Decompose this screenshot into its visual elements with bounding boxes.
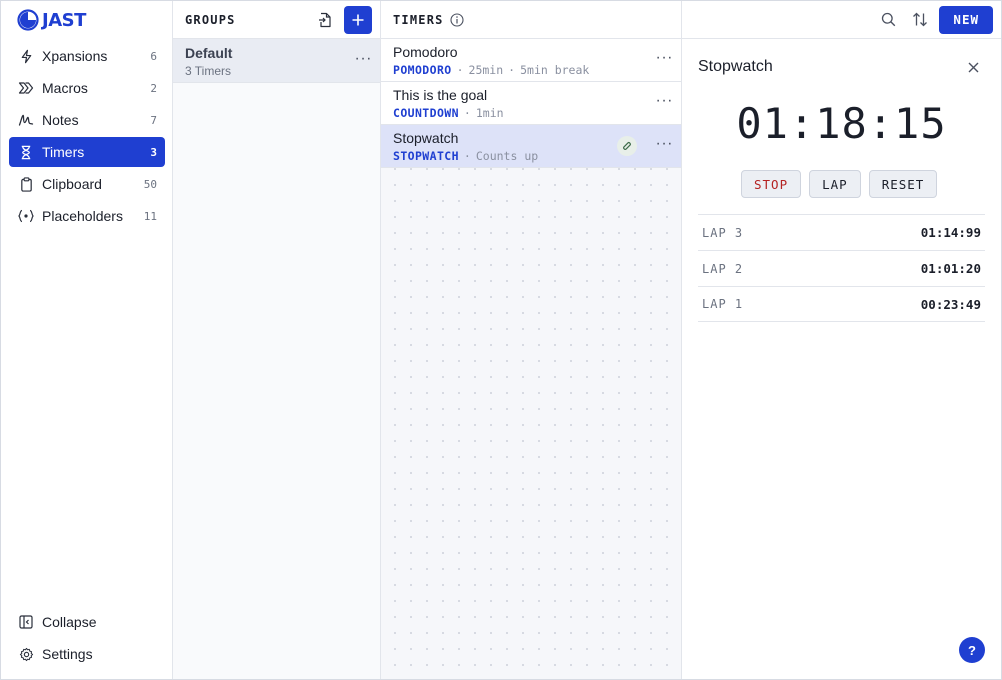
sidebar-item-label: Notes: [42, 112, 79, 128]
more-options-icon[interactable]: ···: [355, 50, 372, 68]
lap-time: 01:14:99: [920, 225, 981, 240]
groups-title: GROUPS: [185, 12, 236, 27]
timer-meta: POMODORO · 25min · 5min break: [393, 63, 590, 77]
logo-text: JAST: [42, 9, 86, 31]
group-count: 3 Timers: [185, 64, 232, 78]
lap-label: LAP 1: [702, 297, 744, 311]
timer-description: Counts up: [475, 149, 539, 163]
sidebar-item-macros[interactable]: Macros 2: [9, 73, 165, 103]
sidebar-item-count: 50: [143, 177, 157, 191]
sidebar-item-clipboard[interactable]: Clipboard 50: [9, 169, 165, 199]
sidebar-nav: Xpansions 6 Macros 2 Notes 7 Timers 3 Cl…: [9, 41, 165, 233]
logo-icon: [17, 9, 39, 31]
sort-icon: [913, 12, 928, 27]
sidebar-item-count: 7: [150, 113, 157, 127]
lap-row: LAP 3 01:14:99: [698, 214, 985, 250]
laps-list: LAP 3 01:14:99 LAP 2 01:01:20 LAP 1 00:2…: [698, 214, 985, 322]
lap-label: LAP 2: [702, 261, 744, 276]
lap-button[interactable]: LAP: [809, 170, 861, 198]
sidebar-item-xpansions[interactable]: Xpansions 6: [9, 41, 165, 71]
clipboard-icon: [18, 176, 34, 192]
settings-label: Settings: [42, 646, 93, 662]
bolt-icon: [18, 48, 34, 64]
groups-panel: GROUPS Default 3 Timers ···: [173, 1, 381, 679]
timer-item-stopwatch[interactable]: Stopwatch STOPWATCH · Counts up ···: [381, 125, 681, 168]
sidebar-item-label: Xpansions: [42, 48, 108, 64]
more-options-icon[interactable]: ···: [656, 135, 673, 153]
lap-time: 00:23:49: [920, 296, 981, 312]
stop-button[interactable]: STOP: [741, 170, 802, 198]
reset-button[interactable]: RESET: [868, 170, 938, 198]
sidebar-item-notes[interactable]: Notes 7: [9, 105, 165, 135]
scribble-icon: [18, 112, 34, 128]
gear-icon: [18, 646, 34, 662]
sidebar-item-count: 3: [150, 145, 157, 159]
import-group-button[interactable]: [312, 7, 338, 33]
timer-item-pomodoro[interactable]: Pomodoro POMODORO · 25min · 5min break ···: [381, 39, 681, 82]
chevrons-right-icon: [18, 80, 34, 96]
add-group-button[interactable]: [344, 5, 372, 34]
timer-type: STOPWATCH: [393, 149, 459, 163]
sidebar-item-placeholders[interactable]: Placeholders 11: [9, 201, 165, 231]
timers-header: TIMERS: [381, 1, 681, 39]
info-icon[interactable]: [450, 12, 464, 27]
sidebar-item-timers[interactable]: Timers 3: [9, 137, 165, 167]
running-indicator-icon: [617, 136, 637, 156]
group-item-default[interactable]: Default 3 Timers ···: [173, 39, 380, 83]
settings-button[interactable]: Settings: [9, 639, 165, 669]
hourglass-icon: [18, 144, 34, 160]
timer-type: COUNTDOWN: [393, 106, 459, 120]
toolbar: NEW: [682, 1, 1001, 39]
sidebar-item-label: Macros: [42, 80, 88, 96]
lap-label: LAP 3: [702, 225, 744, 240]
timers-title: TIMERS: [393, 12, 444, 27]
plus-icon: [352, 14, 364, 25]
timer-item-countdown[interactable]: This is the goal COUNTDOWN · 1min ···: [381, 82, 681, 125]
timer-duration: 1min: [475, 106, 504, 120]
timer-meta: COUNTDOWN · 1min: [393, 106, 504, 120]
braces-icon: [18, 208, 34, 224]
timer-name: Pomodoro: [393, 44, 458, 60]
timer-detail-panel: NEW Stopwatch 01:18:15 STOP LAP RESET LA…: [682, 1, 1001, 679]
collapse-button[interactable]: Collapse: [9, 607, 165, 637]
sidebar-item-count: 11: [143, 209, 157, 223]
collapse-label: Collapse: [42, 614, 97, 630]
search-icon: [881, 12, 896, 27]
close-icon: [968, 62, 978, 72]
close-button[interactable]: [963, 57, 983, 77]
app-window: JAST Xpansions 6 Macros 2 Notes 7 Timers…: [0, 0, 1002, 680]
timer-type: POMODORO: [393, 63, 452, 77]
more-options-icon[interactable]: ···: [656, 92, 673, 110]
sidebar-collapse-icon: [18, 614, 34, 630]
more-options-icon[interactable]: ···: [656, 49, 673, 67]
lap-row: LAP 2 01:01:20: [698, 250, 985, 286]
help-button[interactable]: ?: [959, 637, 985, 663]
groups-header: GROUPS: [173, 1, 380, 39]
group-name: Default: [185, 45, 233, 61]
timer-duration: 25min: [468, 63, 504, 77]
stopwatch-time-display: 01:18:15: [736, 99, 947, 148]
detail-title: Stopwatch: [698, 58, 773, 75]
lap-time: 01:01:20: [920, 261, 981, 276]
sidebar-item-count: 6: [150, 49, 157, 63]
sidebar-item-label: Timers: [42, 144, 85, 160]
sidebar: JAST Xpansions 6 Macros 2 Notes 7 Timers…: [1, 1, 173, 679]
lap-row: LAP 1 00:23:49: [698, 286, 985, 322]
timers-panel: TIMERS Pomodoro POMODORO · 25min · 5min brea…: [381, 1, 682, 679]
file-import-icon: [319, 12, 331, 27]
sidebar-footer: Collapse Settings: [9, 607, 165, 671]
app-logo[interactable]: JAST: [17, 8, 86, 32]
timer-break: 5min break: [520, 63, 590, 77]
new-timer-button[interactable]: NEW: [939, 5, 993, 34]
sidebar-item-label: Clipboard: [42, 176, 102, 192]
stopwatch-controls: STOP LAP RESET: [741, 170, 938, 198]
sort-button[interactable]: [907, 7, 933, 33]
timer-name: This is the goal: [393, 87, 488, 103]
search-button[interactable]: [875, 7, 901, 33]
sidebar-item-count: 2: [150, 81, 157, 95]
sidebar-item-label: Placeholders: [42, 208, 123, 224]
